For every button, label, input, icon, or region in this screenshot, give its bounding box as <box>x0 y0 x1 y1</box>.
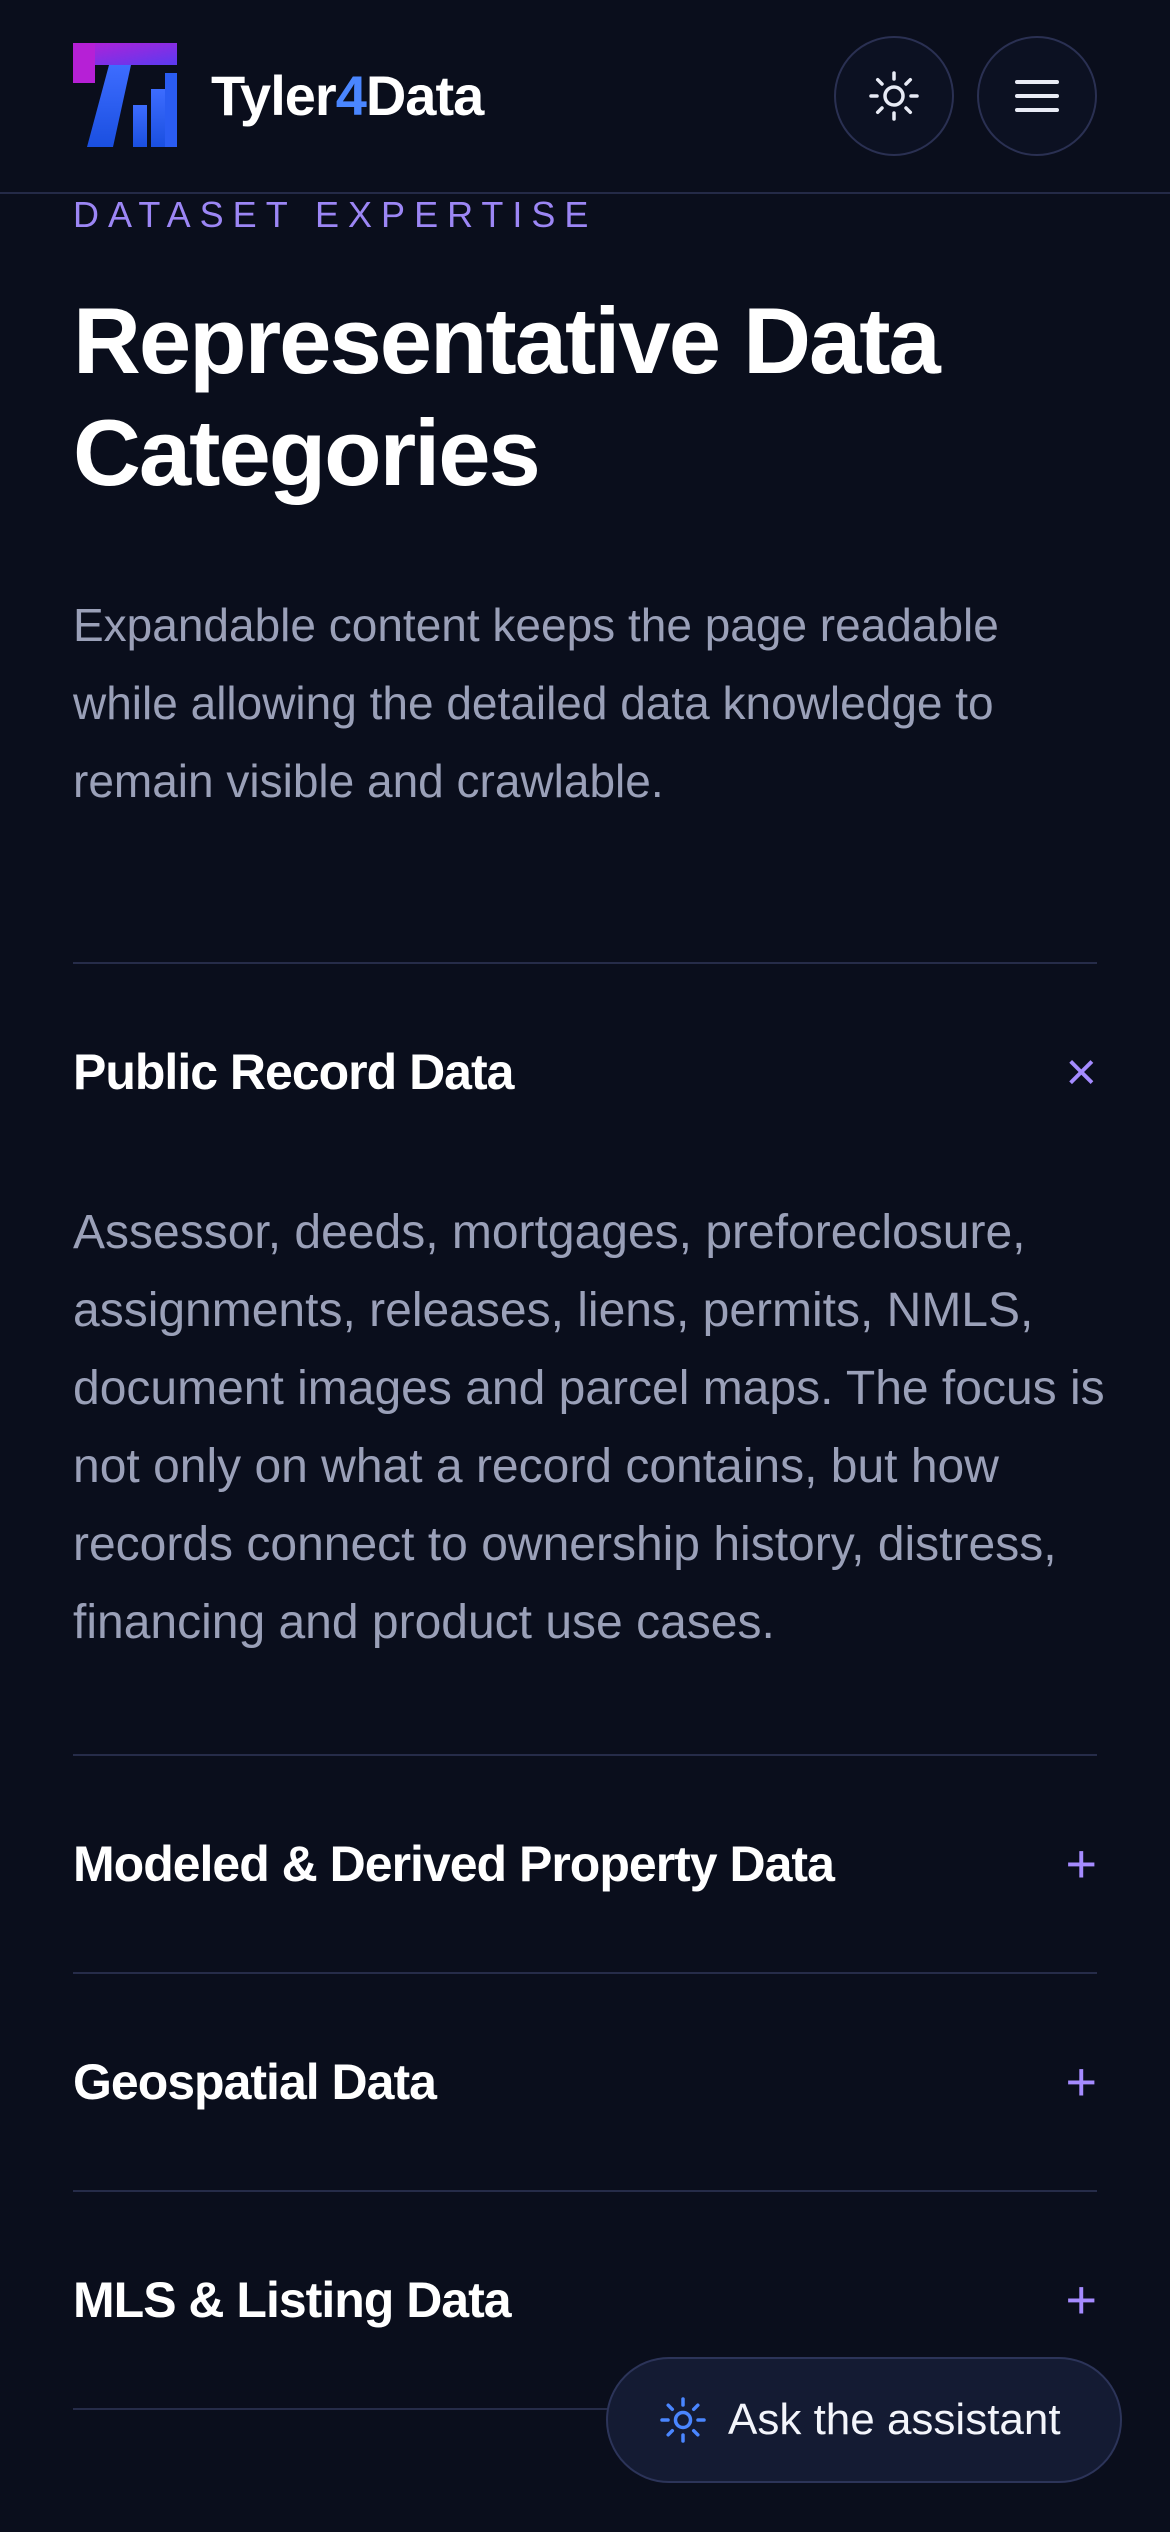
brand-name-accent: 4 <box>335 63 367 127</box>
close-icon[interactable]: × <box>1037 1042 1097 1102</box>
section-eyebrow: DATASET EXPERTISE <box>73 194 598 235</box>
logo-icon <box>73 43 177 147</box>
accordion-item-public-record: Public Record Data × Assessor, deeds, mo… <box>73 962 1105 1754</box>
plus-icon[interactable]: + <box>1037 2052 1097 2112</box>
theme-toggle-button[interactable] <box>834 36 954 156</box>
accordion-item-modeled-derived: Modeled & Derived Property Data + <box>73 1754 1097 1972</box>
ask-assistant-label: Ask the assistant <box>728 2395 1061 2444</box>
ask-assistant-button[interactable]: Ask the assistant <box>606 2357 1122 2483</box>
brand-name-part2: Data <box>365 63 484 127</box>
site-header: Tyler4Data <box>0 0 1170 194</box>
accordion-header-public-record[interactable]: Public Record Data × <box>73 964 1097 1180</box>
accordion-header-geospatial[interactable]: Geospatial Data + <box>73 1974 1097 2190</box>
data-categories-accordion: Public Record Data × Assessor, deeds, mo… <box>73 962 1105 2410</box>
accordion-title: MLS & Listing Data <box>73 2272 512 2328</box>
brand-name: Tyler4Data <box>211 63 484 128</box>
accordion-body-public-record: Assessor, deeds, mortgages, preforeclosu… <box>73 1206 1105 1649</box>
page-title: Representative Data Categories <box>73 288 941 505</box>
sun-icon <box>869 71 919 121</box>
accordion-title: Geospatial Data <box>73 2054 437 2110</box>
brand-logo-link[interactable]: Tyler4Data <box>73 43 484 147</box>
plus-icon[interactable]: + <box>1037 1834 1097 1894</box>
brand-name-part1: Tyler <box>211 63 337 127</box>
accordion-title: Public Record Data <box>73 1044 514 1100</box>
accordion-header-modeled-derived[interactable]: Modeled & Derived Property Data + <box>73 1756 1097 1972</box>
menu-button[interactable] <box>977 36 1097 156</box>
section-lead: Expandable content keeps the page readab… <box>73 599 999 807</box>
plus-icon[interactable]: + <box>1037 2270 1097 2330</box>
accordion-item-geospatial: Geospatial Data + <box>73 1972 1097 2190</box>
hamburger-menu-icon <box>1015 80 1059 112</box>
sparkle-icon <box>660 2397 706 2443</box>
accordion-title: Modeled & Derived Property Data <box>73 1836 835 1892</box>
